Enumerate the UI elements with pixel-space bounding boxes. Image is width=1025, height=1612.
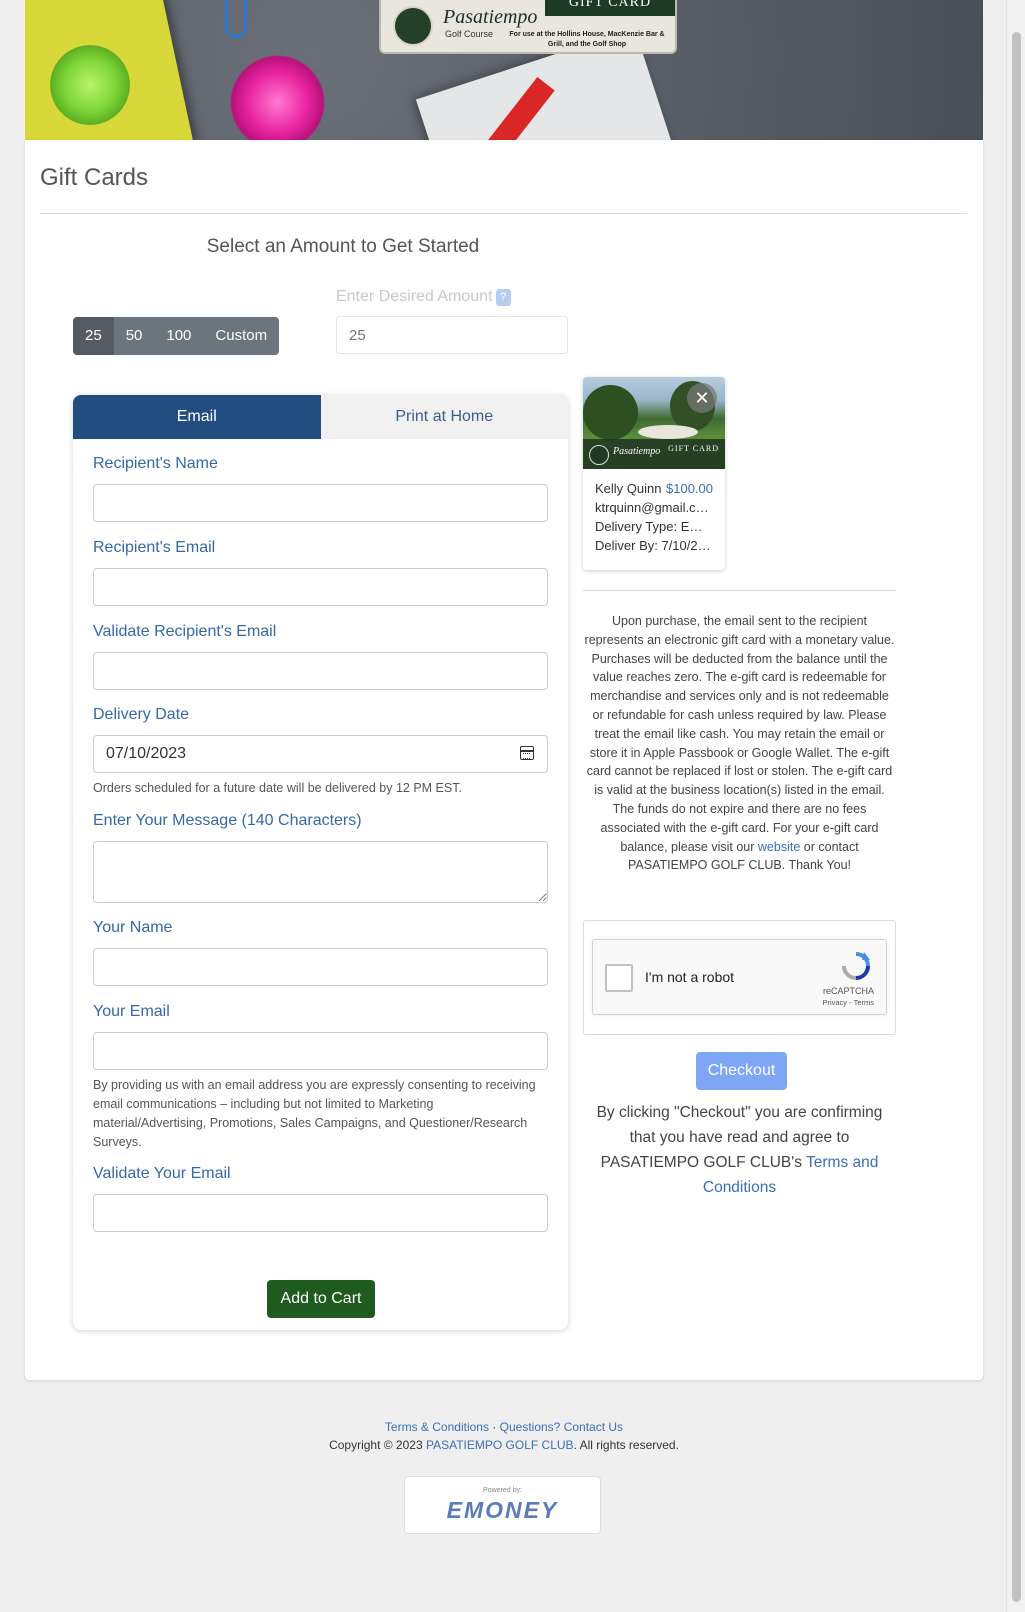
banner-subbrand: Golf Course <box>445 29 494 39</box>
delivery-date-label: Delivery Date <box>93 706 190 723</box>
remove-item-button[interactable]: ✕ <box>687 383 717 413</box>
gift-card-form: Email Print at Home Recipient's Name Rec… <box>73 395 568 1330</box>
recipient-email-label: Recipient's Email <box>93 539 216 556</box>
validate-your-email-label: Validate Your Email <box>93 1165 231 1182</box>
cart-recipient-email: ktrquinn@gmail.co... <box>595 500 713 515</box>
footer-links: Terms & Conditions · Questions? Contact … <box>25 1418 983 1436</box>
delivery-date-field: Delivery Date Orders scheduled for a fut… <box>93 706 548 798</box>
recaptcha-checkbox[interactable] <box>605 964 633 992</box>
help-icon[interactable]: ? <box>495 289 511 306</box>
desired-amount-label-text: Enter Desired Amount <box>336 288 493 305</box>
footer-copyright: Copyright © 2023 PASATIEMPO GOLF CLUB. A… <box>25 1436 983 1454</box>
page-footer: Terms & Conditions · Questions? Contact … <box>25 1418 983 1454</box>
cart-card-brand: Pasatiempo <box>613 446 661 457</box>
your-email-field: Your Email By providing us with an email… <box>93 1003 548 1152</box>
validate-your-email-field: Validate Your Email <box>93 1165 548 1232</box>
validate-your-email-input[interactable] <box>93 1194 548 1232</box>
amount-button-group: 25 50 100 Custom <box>73 317 280 355</box>
footer-separator: · <box>492 1420 497 1434</box>
cart-recipient-name: Kelly Quinn <box>595 481 662 496</box>
delivery-date-wrapper <box>93 735 548 773</box>
your-name-input[interactable] <box>93 948 548 986</box>
message-textarea[interactable] <box>93 841 548 903</box>
recipient-email-input[interactable] <box>93 568 548 606</box>
your-name-field: Your Name <box>93 919 548 986</box>
page-scrollbar[interactable] <box>1006 0 1025 1612</box>
terms-text-before: Upon purchase, the email sent to the rec… <box>584 614 895 854</box>
message-field: Enter Your Message (140 Characters) <box>93 812 548 908</box>
validate-recipient-email-input[interactable] <box>93 652 548 690</box>
message-label: Enter Your Message (140 Characters) <box>93 812 362 829</box>
recipient-email-field: Recipient's Email <box>93 539 548 606</box>
tab-print-at-home[interactable]: Print at Home <box>320 395 568 439</box>
your-email-label: Your Email <box>93 1003 170 1020</box>
main-panel: Gift Cards Select an Amount to Get Start… <box>25 140 983 1380</box>
recaptcha-label: I'm not a robot <box>645 969 735 985</box>
club-seal-logo <box>589 445 609 465</box>
powered-by-label: Powered by: <box>483 1487 522 1494</box>
scrollbar-thumb[interactable] <box>1012 32 1021 1602</box>
your-email-input[interactable] <box>93 1032 548 1070</box>
title-divider <box>40 213 967 214</box>
delivery-date-hint: Orders scheduled for a future date will … <box>93 781 462 795</box>
green-bow <box>50 45 130 125</box>
footer-club-link[interactable]: PASATIEMPO GOLF CLUB <box>426 1438 574 1452</box>
email-consent-text: By providing us with an email address yo… <box>93 1078 536 1149</box>
club-seal-logo <box>393 6 433 46</box>
cart-item-details: Kelly Quinn $100.00 ktrquinn@gmail.co...… <box>583 469 725 565</box>
footer-terms-link[interactable]: Terms & Conditions <box>385 1420 489 1434</box>
amount-25-button[interactable]: 25 <box>73 317 114 355</box>
tree-graphic <box>583 385 638 440</box>
desired-amount-input[interactable] <box>336 316 568 354</box>
cart-delivery-type: Delivery Type: Email <box>595 519 713 534</box>
recipient-name-input[interactable] <box>93 484 548 522</box>
desired-amount-label: Enter Desired Amount? <box>336 288 511 306</box>
recaptcha-links[interactable]: Privacy - Terms <box>822 998 874 1007</box>
cart-item: Pasatiempo GIFT CARD ✕ Kelly Quinn $100.… <box>583 377 725 570</box>
banner-use-text: For use at the Hollins House, MacKenzie … <box>509 31 665 48</box>
amount-custom-button[interactable]: Custom <box>203 317 280 355</box>
paper-clip <box>225 0 247 38</box>
amount-50-button[interactable]: 50 <box>113 317 155 355</box>
recaptcha-brand: reCAPTCHA <box>822 986 874 996</box>
cart-item-price: $100.00 <box>666 481 713 496</box>
calendar-icon[interactable] <box>520 746 534 760</box>
checkout-button[interactable]: Checkout <box>696 1052 787 1090</box>
banner-gift-card-image: Pasatiempo Golf Course GIFT CARD For use… <box>379 0 677 54</box>
checkout-agreement: By clicking "Checkout" you are confirmin… <box>583 1100 896 1200</box>
recipient-name-field: Recipient's Name <box>93 455 548 522</box>
page-title: Gift Cards <box>40 164 149 191</box>
cart-card-label: GIFT CARD <box>668 444 719 453</box>
copyright-text: Copyright © 2023 <box>329 1438 423 1452</box>
gift-card-terms: Upon purchase, the email sent to the rec… <box>583 612 896 875</box>
sand-trap-graphic <box>638 425 698 439</box>
amount-100-button[interactable]: 100 <box>154 317 204 355</box>
delivery-tabs: Email Print at Home <box>73 395 568 439</box>
footer-contact-link[interactable]: Questions? Contact Us <box>500 1420 623 1434</box>
tab-email[interactable]: Email <box>73 395 321 439</box>
recaptcha-container: I'm not a robot reCAPTCHA Privacy - Term… <box>583 920 896 1035</box>
recipient-name-label: Recipient's Name <box>93 455 218 472</box>
amount-heading: Select an Amount to Get Started <box>206 236 480 257</box>
cart-item-card-image: Pasatiempo GIFT CARD ✕ <box>583 377 725 469</box>
validate-recipient-email-field: Validate Recipient's Email <box>93 623 548 690</box>
your-name-label: Your Name <box>93 919 173 936</box>
banner-brand: Pasatiempo <box>443 6 538 28</box>
add-to-cart-button[interactable]: Add to Cart <box>267 1280 375 1318</box>
banner-card-label: GIFT CARD <box>545 0 675 16</box>
website-link[interactable]: website <box>758 840 800 854</box>
validate-recipient-email-label: Validate Recipient's Email <box>93 623 277 640</box>
powered-by-badge[interactable]: Powered by: EMONEY <box>404 1476 601 1534</box>
cart-item-header: Kelly Quinn $100.00 <box>595 479 713 498</box>
gift-card-banner: Pasatiempo Golf Course GIFT CARD For use… <box>25 0 983 140</box>
delivery-date-input[interactable] <box>93 735 548 773</box>
pink-bow <box>230 55 325 140</box>
right-divider <box>583 590 896 591</box>
emoney-logo: EMONEY <box>446 1497 559 1523</box>
cart-deliver-by: Deliver By: 7/10/20... <box>595 538 713 553</box>
recaptcha-logo-icon <box>842 952 870 980</box>
recaptcha-widget: I'm not a robot reCAPTCHA Privacy - Term… <box>592 939 887 1015</box>
copyright-suffix: . All rights reserved. <box>573 1438 679 1452</box>
